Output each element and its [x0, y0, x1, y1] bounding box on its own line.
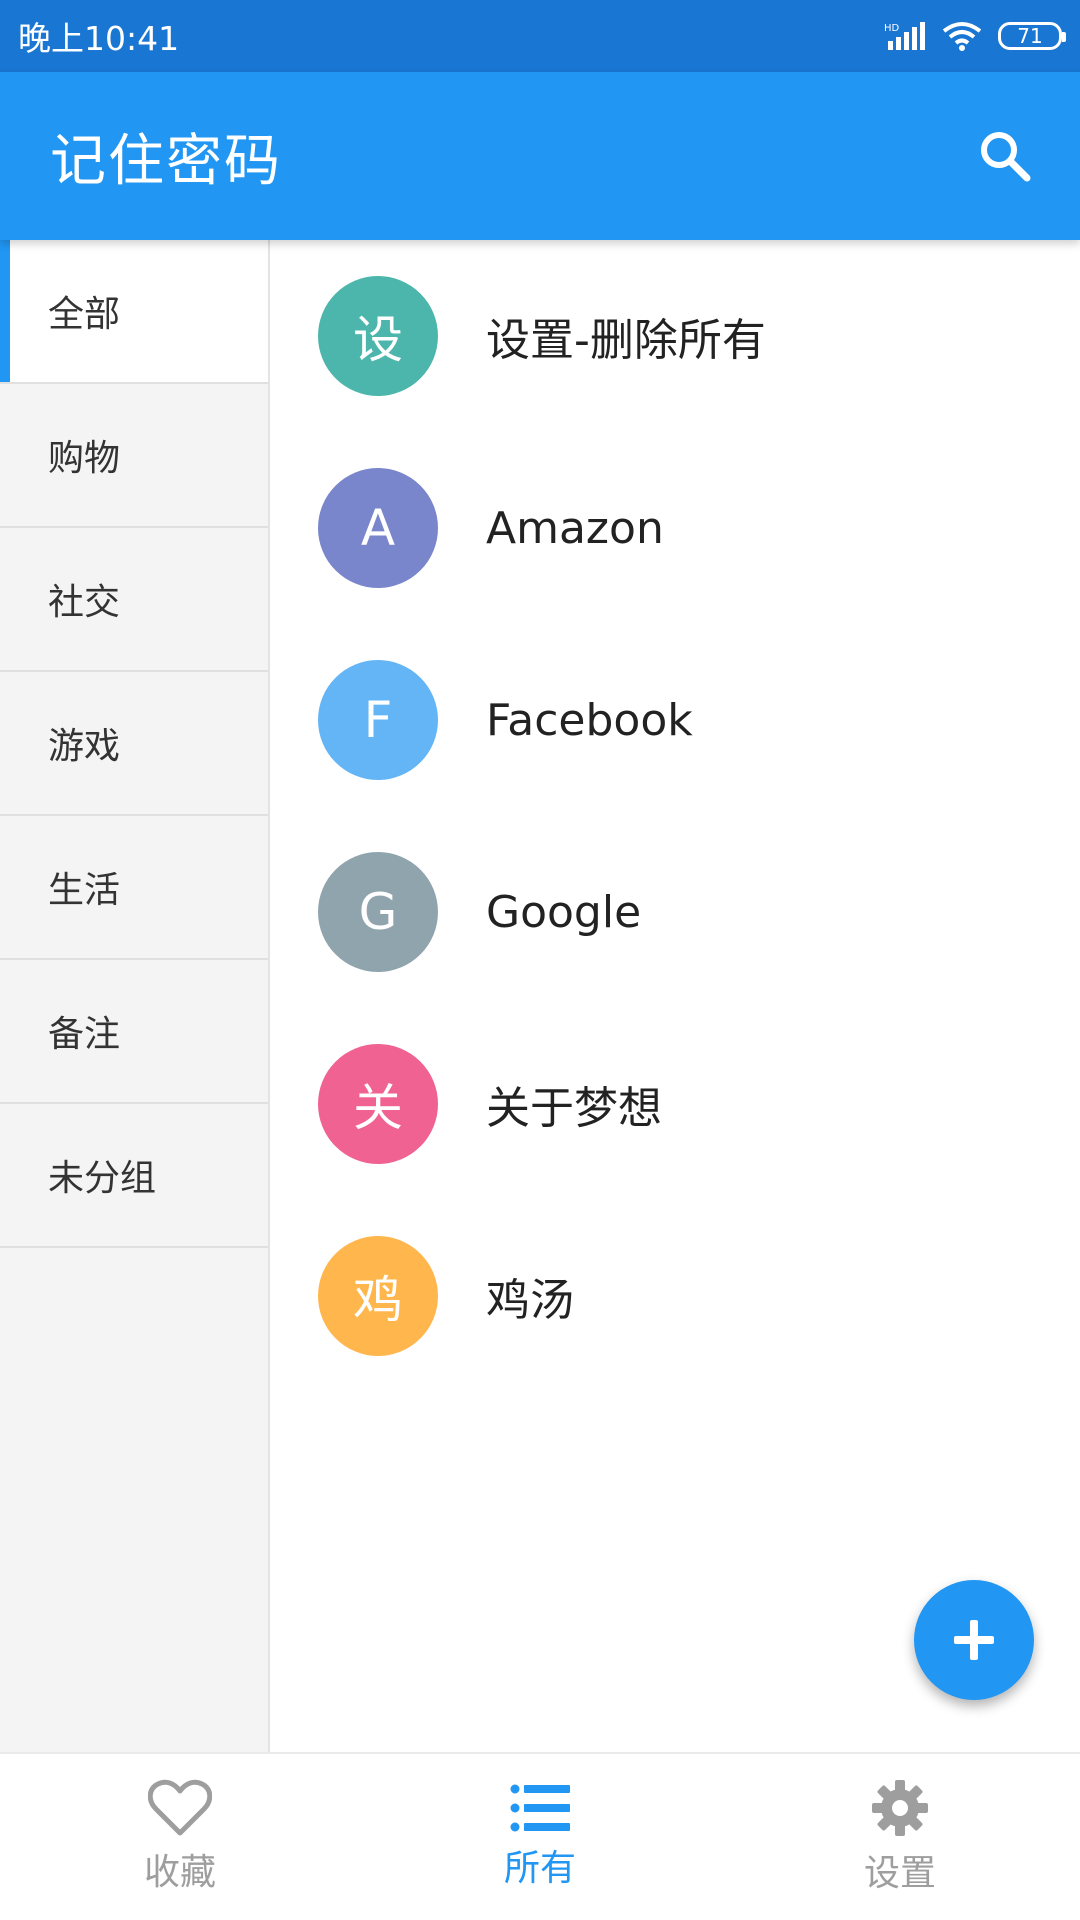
avatar: G	[318, 852, 438, 972]
category-ungrouped[interactable]: 未分组	[0, 1104, 268, 1248]
category-label: 备注	[48, 1014, 121, 1055]
app-title: 记住密码	[50, 128, 282, 194]
category-label: 生活	[48, 870, 121, 911]
nav-label: 所有	[503, 1848, 576, 1889]
item-title: Facebook	[486, 694, 693, 746]
item-title: Google	[486, 886, 642, 938]
heart-icon	[148, 1779, 212, 1836]
nav-favorites[interactable]: 收藏	[0, 1754, 360, 1920]
status-bar: 晚上10:41 HD 71	[0, 0, 1080, 72]
nav-label: 设置	[863, 1853, 936, 1894]
category-social[interactable]: 社交	[0, 528, 268, 672]
item-title: 设置-删除所有	[486, 315, 766, 366]
category-label: 未分组	[48, 1158, 157, 1199]
avatar: 关	[318, 1044, 438, 1164]
add-entry-button[interactable]	[914, 1580, 1034, 1700]
nav-label: 收藏	[143, 1852, 216, 1893]
avatar: 鸡	[318, 1236, 438, 1356]
gear-icon	[872, 1780, 928, 1836]
list-item[interactable]: 关 关于梦想	[272, 1008, 1080, 1200]
avatar: 设	[318, 276, 438, 396]
app-bar: 记住密码	[0, 72, 1080, 240]
category-label: 购物	[48, 438, 121, 479]
category-sidebar: 全部 购物 社交 游戏 生活 备注 未分组	[0, 240, 270, 1752]
list-icon	[510, 1784, 570, 1832]
list-item[interactable]: 设 设置-删除所有	[272, 240, 1080, 432]
battery-icon: 71	[998, 22, 1066, 50]
status-icons: HD 71	[884, 21, 1066, 51]
nav-settings[interactable]: 设置	[720, 1754, 1080, 1920]
bottom-nav: 收藏 所有 设置	[0, 1752, 1080, 1920]
item-title: 鸡汤	[486, 1275, 574, 1326]
category-life[interactable]: 生活	[0, 816, 268, 960]
item-title: Amazon	[486, 502, 664, 554]
avatar: F	[318, 660, 438, 780]
search-button[interactable]	[970, 121, 1040, 191]
list-item[interactable]: A Amazon	[272, 432, 1080, 624]
status-time: 晚上10:41	[18, 19, 180, 58]
category-all[interactable]: 全部	[0, 240, 268, 384]
category-notes[interactable]: 备注	[0, 960, 268, 1104]
search-icon	[981, 132, 1031, 182]
list-item[interactable]: F Facebook	[272, 624, 1080, 816]
category-label: 游戏	[48, 726, 121, 767]
cellular-signal-icon: HD	[884, 21, 926, 51]
list-item[interactable]: 鸡 鸡汤	[272, 1200, 1080, 1392]
category-shopping[interactable]: 购物	[0, 384, 268, 528]
svg-text:HD: HD	[884, 23, 900, 34]
avatar: A	[318, 468, 438, 588]
category-label: 全部	[48, 294, 121, 335]
item-title: 关于梦想	[486, 1083, 662, 1134]
category-label: 社交	[48, 582, 121, 623]
nav-all[interactable]: 所有	[360, 1754, 720, 1920]
wifi-icon	[942, 21, 982, 51]
plus-icon	[954, 1620, 994, 1660]
list-item[interactable]: G Google	[272, 816, 1080, 1008]
category-games[interactable]: 游戏	[0, 672, 268, 816]
password-list: 设 设置-删除所有 A Amazon F Facebook G Google 关…	[272, 240, 1080, 1752]
